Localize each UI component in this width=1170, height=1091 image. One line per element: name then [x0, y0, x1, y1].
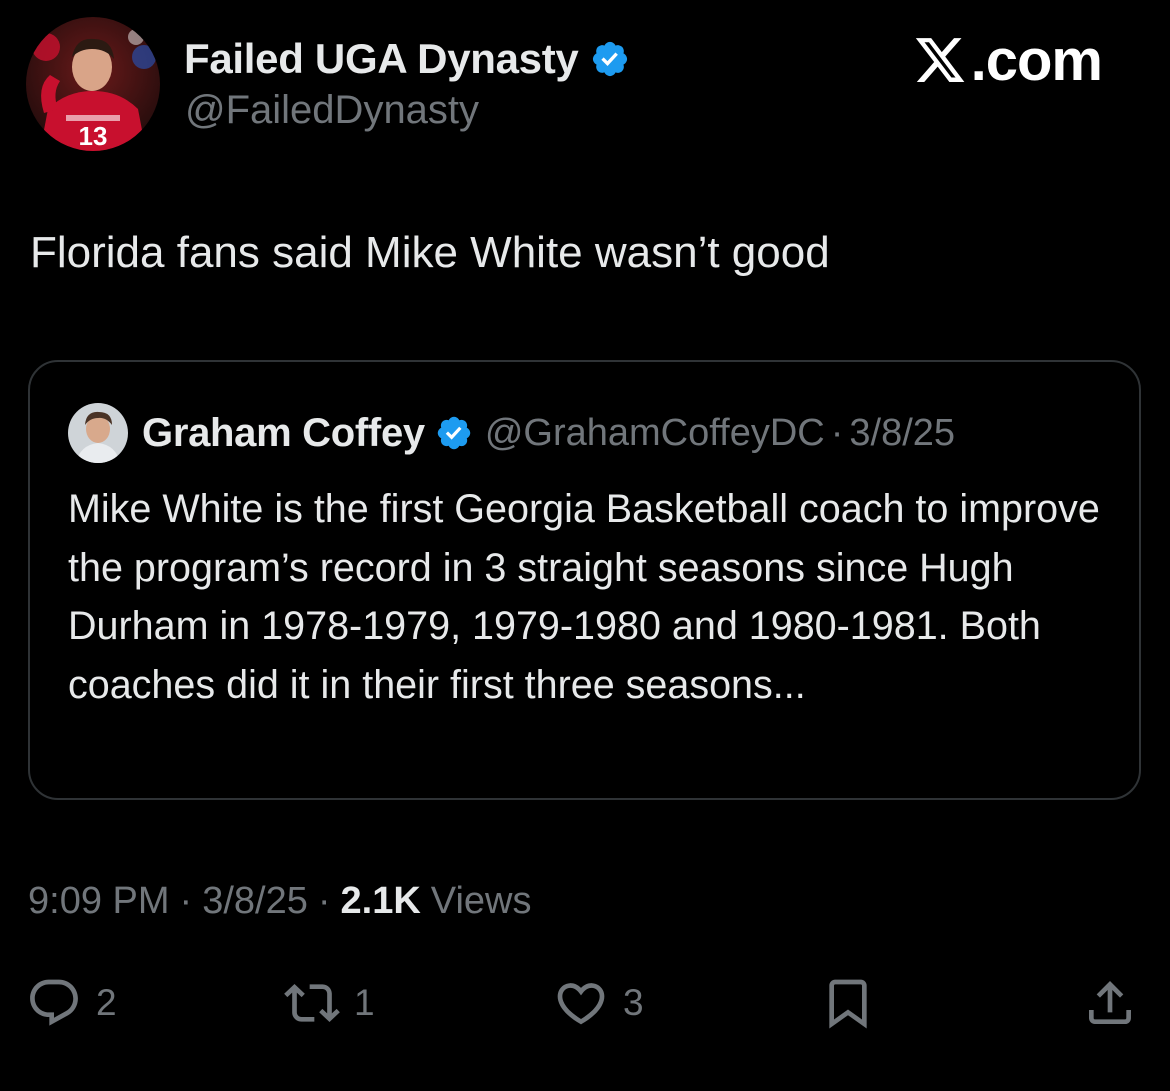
views-label: Views [430, 879, 532, 922]
share-button[interactable] [1082, 968, 1138, 1038]
repost-count: 1 [354, 982, 375, 1023]
tweet-card: 13 Failed UGA Dynasty @FailedDynasty .co… [0, 0, 1170, 1091]
tweet-date[interactable]: 3/8/25 [202, 880, 308, 923]
quoted-tweet-header: Graham Coffey @GrahamCoffeyDC · 3/8/25 [142, 406, 955, 460]
reply-icon [30, 979, 78, 1026]
reply-count: 2 [96, 982, 117, 1023]
tweet-meta: 9:09 PM · 3/8/25 · 2.1K Views [28, 874, 531, 928]
avatar-image: 13 [26, 17, 160, 151]
action-bar: 2 1 3 [0, 968, 1170, 1038]
avatar-jersey-number: 13 [79, 121, 108, 151]
quoted-author-avatar[interactable] [68, 403, 128, 463]
x-logo-icon [915, 38, 964, 82]
author-handle[interactable]: @FailedDynasty [185, 88, 479, 133]
repost-button[interactable]: 1 [284, 968, 375, 1038]
brand-mark: .com [913, 27, 1103, 93]
author-avatar[interactable]: 13 [26, 17, 160, 151]
tweet-time[interactable]: 9:09 PM [28, 880, 170, 923]
meta-separator: · [179, 879, 193, 922]
reply-button[interactable]: 2 [26, 968, 117, 1038]
author-name-row: Failed UGA Dynasty [184, 32, 630, 86]
bookmark-button[interactable] [820, 968, 876, 1038]
bookmark-icon [829, 979, 867, 1029]
verified-badge-icon[interactable] [590, 39, 630, 79]
quoted-avatar-image [68, 403, 128, 463]
brand-wordmark: .com [970, 27, 1103, 93]
tweet-text: Florida fans said Mike White wasn’t good [30, 228, 830, 277]
retweet-icon [284, 984, 340, 1022]
author-name[interactable]: Failed UGA Dynasty [184, 35, 579, 83]
verified-badge-icon[interactable] [435, 414, 473, 452]
meta-separator: · [317, 879, 331, 922]
quoted-author-name[interactable]: Graham Coffey [142, 411, 425, 456]
quoted-author-handle[interactable]: @GrahamCoffeyDC [485, 412, 825, 455]
views-count: 2.1K [340, 879, 421, 922]
quoted-separator: · [830, 411, 844, 454]
quoted-tweet-card[interactable]: Graham Coffey @GrahamCoffeyDC · 3/8/25 M… [28, 360, 1141, 800]
like-icon [557, 983, 605, 1025]
like-count: 3 [623, 982, 644, 1023]
quoted-tweet-text: Mike White is the first Georgia Basketba… [68, 487, 1100, 707]
share-icon [1089, 981, 1131, 1024]
quoted-date[interactable]: 3/8/25 [849, 412, 955, 455]
like-button[interactable]: 3 [553, 968, 644, 1038]
